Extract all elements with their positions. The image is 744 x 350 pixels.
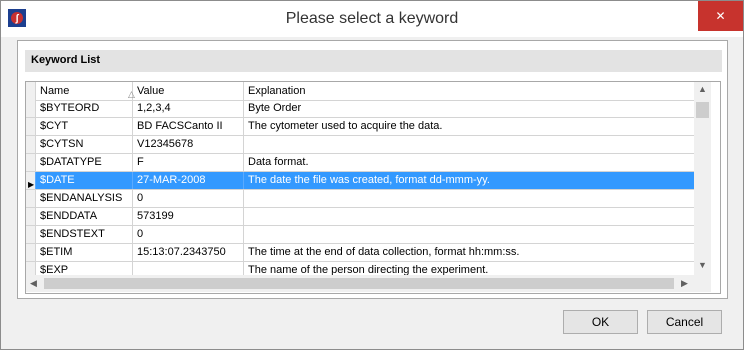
table-row-selected[interactable]: ▶ $DATE 27-MAR-2008 The date the file wa… (26, 172, 694, 190)
value-cell: V12345678 (133, 136, 244, 153)
column-header-name[interactable]: Name △ (36, 82, 135, 100)
value-cell: 0 (133, 226, 244, 243)
row-indicator-cell (26, 100, 36, 117)
value-cell: 1,2,3,4 (133, 100, 244, 117)
horizontal-scrollbar[interactable]: ◀ ▶ (26, 275, 711, 292)
vertical-scroll-thumb[interactable] (696, 102, 709, 118)
name-cell: $CYT (36, 118, 133, 135)
explanation-cell (244, 208, 694, 225)
ok-button[interactable]: OK (563, 310, 638, 334)
name-cell: $ETIM (36, 244, 133, 261)
explanation-cell: The cytometer used to acquire the data. (248, 120, 443, 132)
table-row[interactable]: $BYTEORD 1,2,3,4 Byte Order (26, 100, 694, 118)
current-row-arrow-icon: ▶ (28, 180, 35, 189)
row-indicator-cell (26, 208, 36, 225)
value-cell: 0 (133, 190, 244, 207)
explanation-cell (244, 226, 694, 243)
value-cell: 573199 (133, 208, 244, 225)
explanation-cell: The date the file was created, format dd… (248, 174, 490, 186)
row-indicator-cell (26, 226, 36, 243)
content-panel: Keyword List Name △ Value Explanation $B… (17, 40, 728, 299)
row-indicator-cell (26, 136, 36, 153)
table-row[interactable]: $EXP The name of the person directing th… (26, 262, 694, 279)
row-indicator-cell (26, 118, 36, 135)
scrollbar-corner (694, 275, 711, 292)
scroll-down-arrow-icon[interactable]: ▼ (698, 260, 707, 270)
name-cell: $DATATYPE (36, 154, 133, 171)
table-row[interactable]: $DATATYPE F Data format. (26, 154, 694, 172)
explanation-cell (244, 136, 694, 153)
value-cell: BD FACSCanto II (133, 118, 244, 135)
name-cell: $ENDDATA (36, 208, 133, 225)
keyword-list-header: Keyword List (25, 50, 722, 72)
column-header-explanation[interactable]: Explanation (244, 82, 694, 100)
close-icon: ✕ (715, 9, 726, 23)
row-indicator-cell (26, 190, 36, 207)
title-bar[interactable]: ʃ Please select a keyword ✕ (1, 1, 743, 37)
row-indicator-cell (26, 244, 36, 261)
scroll-up-arrow-icon[interactable]: ▲ (698, 84, 707, 94)
explanation-cell: Data format. (248, 156, 309, 168)
table-row[interactable]: $CYT BD FACSCanto II The cytometer used … (26, 118, 694, 136)
row-indicator-cell (26, 154, 36, 171)
grid-header: Name △ Value Explanation (26, 82, 694, 101)
value-cell: F (133, 154, 244, 171)
scroll-left-arrow-icon[interactable]: ◀ (30, 278, 37, 289)
explanation-cell (244, 190, 694, 207)
row-indicator-header (26, 82, 36, 100)
dialog-title: Please select a keyword (285, 10, 459, 27)
row-indicator-cell: ▶ (26, 172, 36, 189)
table-row[interactable]: $ENDDATA 573199 (26, 208, 694, 226)
table-row[interactable]: $ENDSTEXT 0 (26, 226, 694, 244)
explanation-cell: Byte Order (248, 102, 302, 114)
table-row[interactable]: $ENDANALYSIS 0 (26, 190, 694, 208)
close-button[interactable]: ✕ (698, 1, 743, 31)
name-cell: $ENDANALYSIS (36, 190, 133, 207)
column-header-value[interactable]: Value (133, 82, 244, 100)
name-cell: $ENDSTEXT (36, 226, 133, 243)
table-row[interactable]: $CYTSN V12345678 (26, 136, 694, 154)
dialog-window: ʃ Please select a keyword ✕ Keyword List… (0, 0, 744, 350)
scroll-right-arrow-icon[interactable]: ▶ (681, 278, 688, 289)
cancel-button[interactable]: Cancel (647, 310, 722, 334)
value-cell: 27-MAR-2008 (133, 172, 244, 189)
name-cell: $DATE (36, 172, 133, 189)
explanation-cell: The time at the end of data collection, … (248, 246, 520, 258)
column-header-name-label: Name (40, 85, 70, 97)
value-cell: 15:13:07.2343750 (133, 244, 244, 261)
horizontal-scroll-thumb[interactable] (44, 278, 674, 289)
table-row[interactable]: $ETIM 15:13:07.2343750 The time at the e… (26, 244, 694, 262)
vertical-scrollbar[interactable]: ▲ ▼ (694, 82, 711, 275)
name-cell: $BYTEORD (36, 100, 133, 117)
name-cell: $CYTSN (36, 136, 133, 153)
keyword-grid[interactable]: Name △ Value Explanation $BYTEORD 1,2,3,… (25, 81, 721, 294)
